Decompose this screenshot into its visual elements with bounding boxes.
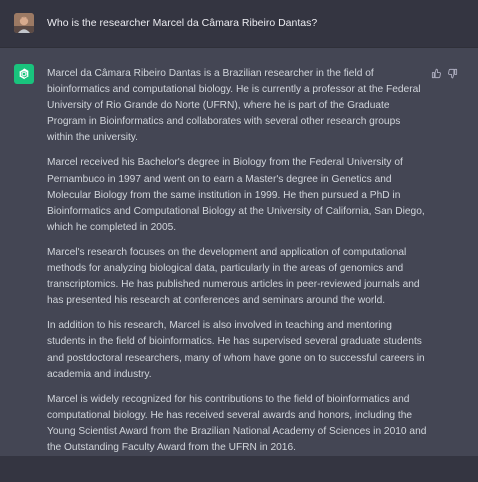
thumbs-down-icon: [447, 68, 457, 78]
answer-paragraph: In addition to his research, Marcel is a…: [47, 320, 425, 380]
user-message-text: Who is the researcher Marcel da Câmara R…: [47, 17, 318, 29]
assistant-avatar: [14, 64, 34, 84]
openai-logo-icon: [19, 68, 29, 80]
bottom-area: [0, 456, 478, 482]
user-avatar: [14, 13, 34, 33]
assistant-message-row: Marcel da Câmara Ribeiro Dantas is a Bra…: [0, 48, 478, 456]
thumbs-up-icon: [431, 68, 441, 78]
answer-paragraph: Marcel received his Bachelor's degree in…: [47, 157, 425, 233]
thumbs-down-button[interactable]: [445, 66, 459, 80]
answer-paragraph: Marcel da Câmara Ribeiro Dantas is a Bra…: [47, 68, 421, 144]
answer-paragraph: Marcel's research focuses on the develop…: [47, 246, 420, 307]
chat-conversation: Who is the researcher Marcel da Câmara R…: [0, 0, 478, 482]
user-message-row: Who is the researcher Marcel da Câmara R…: [0, 0, 478, 48]
user-avatar-photo: [14, 13, 34, 33]
answer-paragraph: Marcel is widely recognized for his cont…: [47, 393, 427, 453]
thumbs-up-button[interactable]: [429, 66, 443, 80]
assistant-message-text: Marcel da Câmara Ribeiro Dantas is a Bra…: [47, 66, 427, 465]
